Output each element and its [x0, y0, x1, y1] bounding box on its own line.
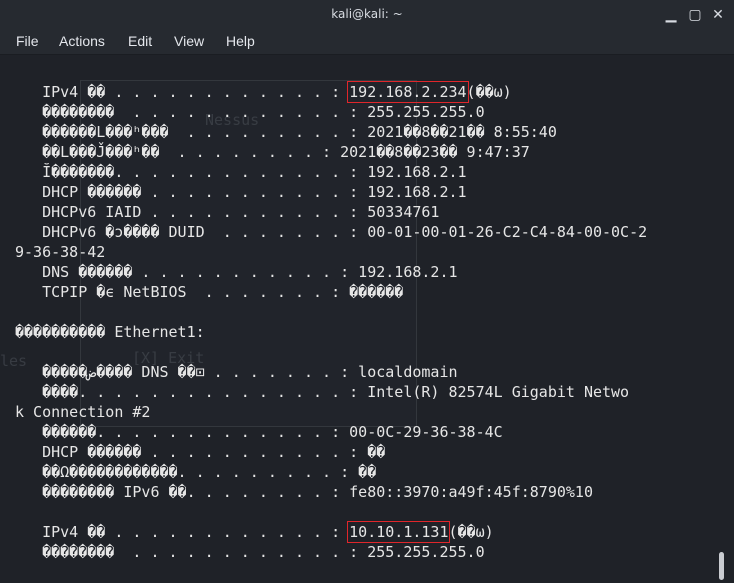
terminal-line: ���������� Ethernet1:: [15, 322, 205, 342]
terminal-text: DHCPv6 IAID . . . . . . . . . . . : 5033…: [15, 203, 440, 221]
terminal-line: ������L���ʰ��� . . . . . . . . . : 2021�…: [15, 122, 557, 142]
terminal-text: �������� . . . . . . . . . . . . : 255.2…: [15, 103, 485, 121]
terminal-text: ��Ω������������. . . . . . . . . : ��: [15, 463, 377, 481]
menu-bar: File Actions Edit View Help: [0, 30, 734, 55]
terminal-text: �������� IPv6 ��. . . . . . . . : fe80::…: [15, 483, 593, 501]
terminal-text: TCPIP �ϵ NetBIOS . . . . . . . : ������: [15, 283, 404, 301]
terminal-window: kali@kali: ~ ▁ ▢ ✕ File Actions Edit Vie…: [0, 0, 734, 583]
terminal-text: DHCPv6 �ɔ���� DUID . . . . . . . : 00-01…: [15, 223, 648, 241]
terminal-line: IPv4 �� . . . . . . . . . . . . : 192.16…: [15, 81, 512, 103]
terminal-line: DNS ������ . . . . . . . . . . . : 192.1…: [15, 262, 458, 282]
terminal-text: ������. . . . . . . . . . . . . : 00-0C-…: [15, 423, 503, 441]
title-bar[interactable]: kali@kali: ~ ▁ ▢ ✕: [0, 0, 734, 30]
terminal-line: DHCP ������ . . . . . . . . . . . : 192.…: [15, 182, 467, 202]
terminal-text: Ĭ�������. . . . . . . . . . . . . : 192.…: [15, 163, 467, 181]
terminal-line: �����ض���� DNS ��⊡ . . . . . . . : local…: [15, 362, 458, 382]
terminal-text: 9-36-38-42: [15, 243, 106, 261]
terminal-line: k Connection #2: [15, 402, 150, 422]
terminal-text: ������L���ʰ��� . . . . . . . . . : 2021�…: [15, 123, 557, 141]
terminal-text: ���������� Ethernet1:: [15, 323, 205, 341]
terminal-line: �������� IPv6 ��. . . . . . . . : fe80::…: [15, 482, 593, 502]
terminal-text: �������� . . . . . . . . . . . . : 255.2…: [15, 543, 485, 561]
menu-view[interactable]: View: [174, 33, 204, 49]
window-title: kali@kali: ~: [331, 7, 403, 21]
terminal-text: k Connection #2: [15, 403, 151, 421]
terminal-text: DHCP ������ . . . . . . . . . . . : 192.…: [15, 183, 467, 201]
scrollbar-thumb[interactable]: [719, 552, 724, 580]
highlighted-ip-address: 10.10.1.131: [347, 521, 451, 543]
terminal-line: DHCPv6 IAID . . . . . . . . . . . : 5033…: [15, 202, 439, 222]
maximize-icon[interactable]: ▢: [686, 6, 704, 24]
terminal-line: TCPIP �ϵ NetBIOS . . . . . . . : ������: [15, 282, 403, 302]
terminal-line: DHCP ������ . . . . . . . . . . . : ��: [15, 442, 385, 462]
terminal-line: Ĭ�������. . . . . . . . . . . . . : 192.…: [15, 162, 467, 182]
menu-file[interactable]: File: [16, 33, 39, 49]
menu-edit[interactable]: Edit: [128, 33, 152, 49]
terminal-text: DHCP ������ . . . . . . . . . . . : ��: [15, 443, 386, 461]
terminal-line: DHCPv6 �ɔ���� DUID . . . . . . . : 00-01…: [15, 222, 647, 242]
terminal-text: �����ض���� DNS ��⊡ . . . . . . . : local…: [15, 363, 458, 381]
terminal-text: DNS ������ . . . . . . . . . . . : 192.1…: [15, 263, 458, 281]
terminal-line: ��L���J̌���ʰ�� . . . . . . . . : 2021��8…: [15, 142, 530, 162]
terminal-line: 9-36-38-42: [15, 242, 105, 262]
minimize-icon[interactable]: ▁: [662, 6, 680, 24]
menu-help[interactable]: Help: [226, 33, 255, 49]
terminal-line: �������� . . . . . . . . . . . . : 255.2…: [15, 542, 485, 562]
terminal-text-suffix: (��ω): [466, 83, 512, 101]
menu-actions[interactable]: Actions: [59, 33, 105, 49]
terminal-text: ��L���J̌���ʰ�� . . . . . . . . : 2021��8…: [15, 143, 530, 161]
terminal-line: �������� . . . . . . . . . . . . : 255.2…: [15, 102, 485, 122]
terminal-line: IPv4 �� . . . . . . . . . . . . : 10.10.…: [15, 521, 494, 543]
terminal-text: IPv4 �� . . . . . . . . . . . . :: [15, 83, 350, 101]
highlighted-ip-address: 192.168.2.234: [347, 81, 469, 103]
terminal-line: ������. . . . . . . . . . . . . : 00-0C-…: [15, 422, 503, 442]
terminal-line: ��Ω������������. . . . . . . . . : ��: [15, 462, 376, 482]
terminal-text: ����. . . . . . . . . . . . . . . : Inte…: [15, 383, 630, 401]
terminal-line: ����. . . . . . . . . . . . . . . : Inte…: [15, 382, 629, 402]
terminal-text-suffix: (��ω): [448, 523, 494, 541]
terminal-text: IPv4 �� . . . . . . . . . . . . :: [15, 523, 350, 541]
close-icon[interactable]: ✕: [709, 6, 727, 24]
terminal-output[interactable]: Nessus [X] Exit les IPv4 �� . . . . . . …: [0, 55, 734, 583]
